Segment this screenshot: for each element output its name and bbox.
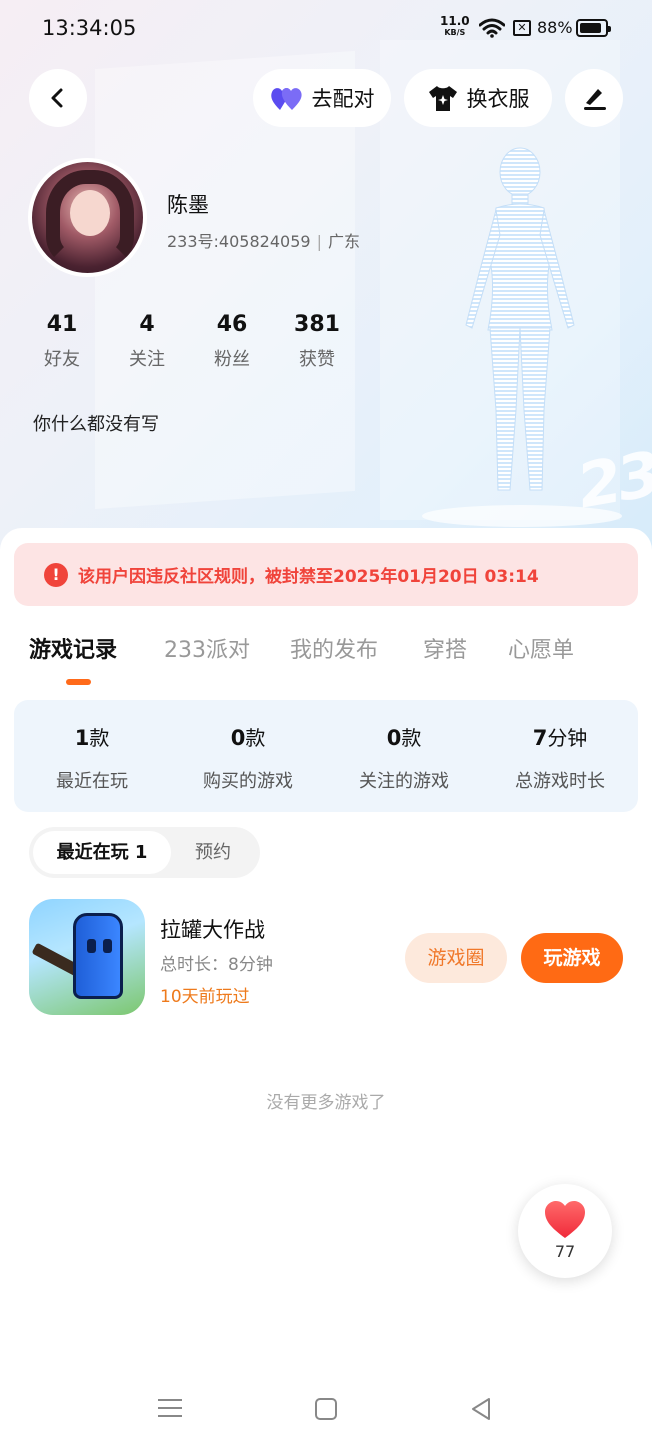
profile-tabs: 游戏记录 233派对 我的发布 穿搭 心愿单 [0, 626, 652, 686]
user-region: 广东 [327, 232, 360, 251]
status-bar: 13:34:05 11.0 KB/S ✕ 88% [0, 0, 652, 58]
match-label: 去配对 [311, 87, 375, 111]
back-triangle-icon[interactable] [469, 1396, 493, 1422]
segment-recent-playing[interactable]: 最近在玩 1 [33, 831, 171, 874]
summary-unit: 款 [401, 726, 422, 750]
change-outfit-button[interactable]: 换衣服 [404, 69, 552, 127]
stat-label: 关注 [129, 349, 165, 370]
segment-reservations[interactable]: 预约 [195, 831, 231, 874]
battery-icon [576, 19, 611, 37]
home-icon[interactable] [314, 1397, 338, 1421]
tab-my-posts[interactable]: 我的发布 [290, 632, 378, 664]
summary-value: 7 [532, 726, 548, 750]
stat-label: 粉丝 [214, 349, 250, 370]
stat-value: 381 [294, 312, 340, 337]
stat-value: 41 [46, 312, 78, 337]
user-name: 陈墨 [167, 193, 209, 217]
summary-value: 0 [230, 726, 246, 750]
user-id: 233号:405824059 [167, 232, 311, 251]
summary-total-time[interactable]: 7分钟 总游戏时长 [482, 722, 638, 793]
net-speed-unit: KB/S [444, 28, 466, 37]
edit-profile-button[interactable] [565, 69, 623, 127]
back-button[interactable] [29, 69, 87, 127]
stat-likes[interactable]: 381 获赞 [277, 312, 357, 371]
stat-value: 46 [216, 312, 248, 337]
system-nav-bar [0, 1380, 652, 1448]
tshirt-icon [428, 86, 457, 111]
tab-wishlist[interactable]: 心愿单 [508, 632, 574, 664]
match-button[interactable]: 去配对 [253, 69, 391, 127]
summary-unit: 分钟 [547, 726, 588, 750]
game-icon[interactable] [29, 899, 145, 1015]
heart-icon [545, 1201, 585, 1238]
stat-label: 获赞 [299, 349, 335, 370]
tab-outfits[interactable]: 穿搭 [423, 632, 467, 664]
tab-233-party[interactable]: 233派对 [164, 632, 250, 664]
summary-label: 购买的游戏 [203, 771, 293, 792]
status-time: 13:34:05 [42, 16, 137, 40]
summary-unit: 款 [89, 726, 110, 750]
summary-followed[interactable]: 0款 关注的游戏 [326, 722, 482, 793]
no-sim-icon: ✕ [513, 20, 531, 36]
stat-friends[interactable]: 41 好友 [22, 312, 102, 371]
stat-value: 4 [139, 312, 155, 337]
wifi-icon [479, 18, 505, 38]
recent-segment-control: 最近在玩 1 预约 [29, 827, 260, 878]
game-summary: 1款 最近在玩 0款 购买的游戏 0款 关注的游戏 7分钟 总游戏时长 [14, 700, 638, 812]
avatar-3d-figure[interactable] [440, 140, 600, 510]
summary-label: 关注的游戏 [359, 771, 449, 792]
tab-game-records[interactable]: 游戏记录 [29, 632, 117, 664]
user-bio: 你什么都没有写 [33, 414, 159, 435]
outfit-label: 换衣服 [466, 87, 530, 111]
summary-purchased[interactable]: 0款 购买的游戏 [170, 722, 326, 793]
user-id-line: 233号:405824059 | 广东 [167, 232, 360, 251]
stat-following[interactable]: 4 关注 [107, 312, 187, 371]
avatar[interactable] [28, 158, 147, 277]
battery-percent: 88% [537, 18, 573, 37]
net-speed: 11.0 KB/S [440, 14, 470, 38]
summary-label: 最近在玩 [56, 771, 128, 792]
active-tab-indicator [66, 679, 91, 685]
ban-notice: ! 该用户因违反社区规则，被封禁至2025年01月20日 03:14 [14, 543, 638, 606]
pen-icon [584, 89, 606, 110]
game-circle-button[interactable]: 游戏圈 [405, 933, 507, 983]
play-game-button[interactable]: 玩游戏 [521, 933, 623, 983]
summary-value: 1 [74, 726, 90, 750]
menu-icon[interactable] [158, 1397, 182, 1419]
summary-unit: 款 [245, 726, 266, 750]
chevron-left-icon [51, 88, 63, 108]
no-more-games-text: 没有更多游戏了 [266, 1093, 386, 1113]
stat-fans[interactable]: 46 粉丝 [192, 312, 272, 371]
like-count: 77 [554, 1242, 576, 1261]
summary-recent[interactable]: 1款 最近在玩 [14, 722, 170, 793]
game-duration: 总时长：8分钟 [160, 955, 273, 975]
double-heart-icon [270, 88, 302, 110]
net-speed-value: 11.0 [440, 14, 470, 28]
game-title[interactable]: 拉罐大作战 [160, 914, 265, 944]
like-button[interactable]: 77 [518, 1184, 612, 1278]
stat-label: 好友 [44, 349, 80, 370]
ban-notice-text: 该用户因违反社区规则，被封禁至2025年01月20日 03:14 [78, 567, 539, 587]
game-last-played: 10天前玩过 [160, 987, 250, 1007]
summary-label: 总游戏时长 [515, 771, 605, 792]
summary-value: 0 [386, 726, 402, 750]
warning-icon: ! [44, 562, 68, 587]
